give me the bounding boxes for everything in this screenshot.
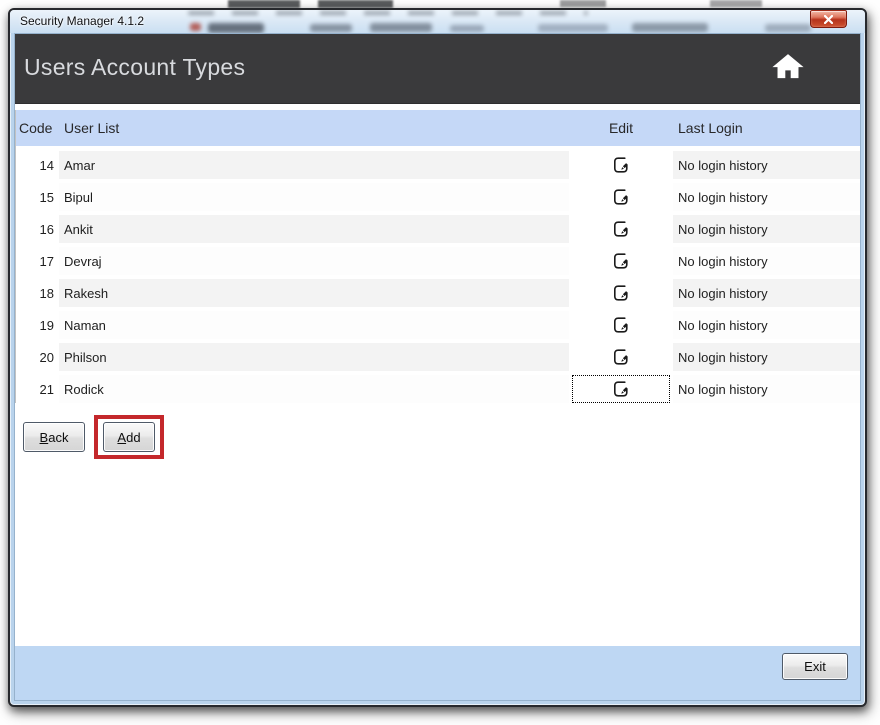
cell-code: 20: [16, 343, 56, 371]
title-bar[interactable]: Security Manager 4.1.2: [10, 10, 865, 33]
desktop-background: Security Manager 4.1.2 Users Account Typ…: [0, 0, 880, 725]
cell-user-name: Rodick: [59, 375, 569, 403]
table-row: 17 Devraj No login history: [16, 247, 860, 275]
cell-user-name: Amar: [59, 151, 569, 179]
cell-last-login: No login history: [673, 151, 860, 179]
cell-edit: [572, 247, 670, 275]
cell-last-login: No login history: [673, 375, 860, 403]
table-row: 21 Rodick No login history: [16, 375, 860, 403]
edit-button[interactable]: [572, 183, 670, 211]
edit-button[interactable]: [572, 343, 670, 371]
cell-last-login: No login history: [673, 215, 860, 243]
back-button-label: Back: [39, 429, 69, 445]
close-button[interactable]: [810, 10, 847, 28]
glass-reflection: [450, 25, 484, 32]
table-row: 16 Ankit No login history: [16, 215, 860, 243]
action-button-bar: Back Add: [23, 415, 860, 459]
add-button-label: Add: [117, 429, 141, 445]
exit-button[interactable]: Exit: [782, 653, 848, 680]
cell-last-login: No login history: [673, 311, 860, 339]
window-title: Security Manager 4.1.2: [20, 14, 145, 28]
cell-last-login: No login history: [673, 279, 860, 307]
cell-edit-focused: [572, 375, 670, 403]
edit-icon: [614, 381, 628, 397]
red-annotation-box: Add: [94, 415, 164, 459]
edit-icon: [614, 157, 628, 173]
home-icon[interactable]: [771, 51, 805, 81]
table-header-row: Code User List Edit Last Login: [16, 110, 860, 146]
cell-code: 21: [16, 375, 56, 403]
table-row: 18 Rakesh No login history: [16, 279, 860, 307]
cell-code: 14: [16, 151, 56, 179]
glass-reflection: [188, 11, 588, 15]
cell-edit: [572, 215, 670, 243]
page-title: Users Account Types: [24, 54, 246, 80]
edit-icon: [614, 285, 628, 301]
table-row: 14 Amar No login history: [16, 151, 860, 179]
cell-code: 15: [16, 183, 56, 211]
back-button[interactable]: Back: [23, 422, 85, 452]
add-button[interactable]: Add: [103, 422, 155, 452]
cell-last-login: No login history: [673, 247, 860, 275]
background-window-fragment: [560, 0, 606, 7]
edit-button[interactable]: [572, 311, 670, 339]
cell-user-name: Devraj: [59, 247, 569, 275]
glass-reflection: [310, 24, 352, 32]
glass-reflection: [632, 23, 708, 32]
cell-code: 16: [16, 215, 56, 243]
edit-button[interactable]: [572, 215, 670, 243]
table-body: 14 Amar No login history 15 Bipul No log…: [16, 151, 860, 403]
cell-last-login: No login history: [673, 183, 860, 211]
glass-reflection: [370, 23, 432, 32]
page-header: Users Account Types: [15, 34, 860, 104]
column-header-last-login: Last Login: [678, 120, 743, 136]
glass-reflection: [538, 24, 608, 32]
table-row: 20 Philson No login history: [16, 343, 860, 371]
column-header-user-list: User List: [64, 120, 120, 136]
background-window-fragment: [318, 0, 393, 8]
cell-edit: [572, 311, 670, 339]
cell-code: 18: [16, 279, 56, 307]
users-table: Code User List Edit Last Login 14 Amar N…: [15, 110, 860, 403]
cell-user-name: Naman: [59, 311, 569, 339]
cell-code: 19: [16, 311, 56, 339]
edit-icon: [614, 189, 628, 205]
cell-user-name: Bipul: [59, 183, 569, 211]
column-header-code: Code: [19, 120, 53, 136]
cell-last-login: No login history: [673, 343, 860, 371]
edit-button[interactable]: [572, 151, 670, 179]
window-content: Users Account Types Code User List Edit …: [14, 33, 861, 701]
edit-icon: [614, 221, 628, 237]
cell-edit: [572, 151, 670, 179]
edit-button[interactable]: [572, 247, 670, 275]
column-header-edit: Edit: [608, 120, 634, 136]
edit-icon: [614, 349, 628, 365]
cell-edit: [572, 183, 670, 211]
edit-icon: [614, 253, 628, 269]
edit-button[interactable]: [572, 375, 670, 403]
security-manager-window: Security Manager 4.1.2 Users Account Typ…: [8, 8, 867, 707]
background-window-fragment: [710, 0, 762, 7]
cell-edit: [572, 343, 670, 371]
footer-bar: Exit: [15, 646, 860, 700]
glass-reflection: [765, 24, 811, 32]
cell-code: 17: [16, 247, 56, 275]
glass-reflection: [190, 23, 201, 31]
background-window-fragment: [228, 0, 300, 8]
table-row: 19 Naman No login history: [16, 311, 860, 339]
cell-user-name: Rakesh: [59, 279, 569, 307]
cell-user-name: Ankit: [59, 215, 569, 243]
edit-icon: [614, 317, 628, 333]
close-icon: [824, 14, 833, 24]
cell-edit: [572, 279, 670, 307]
glass-reflection: [208, 23, 264, 33]
table-row: 15 Bipul No login history: [16, 183, 860, 211]
edit-button[interactable]: [572, 279, 670, 307]
cell-user-name: Philson: [59, 343, 569, 371]
